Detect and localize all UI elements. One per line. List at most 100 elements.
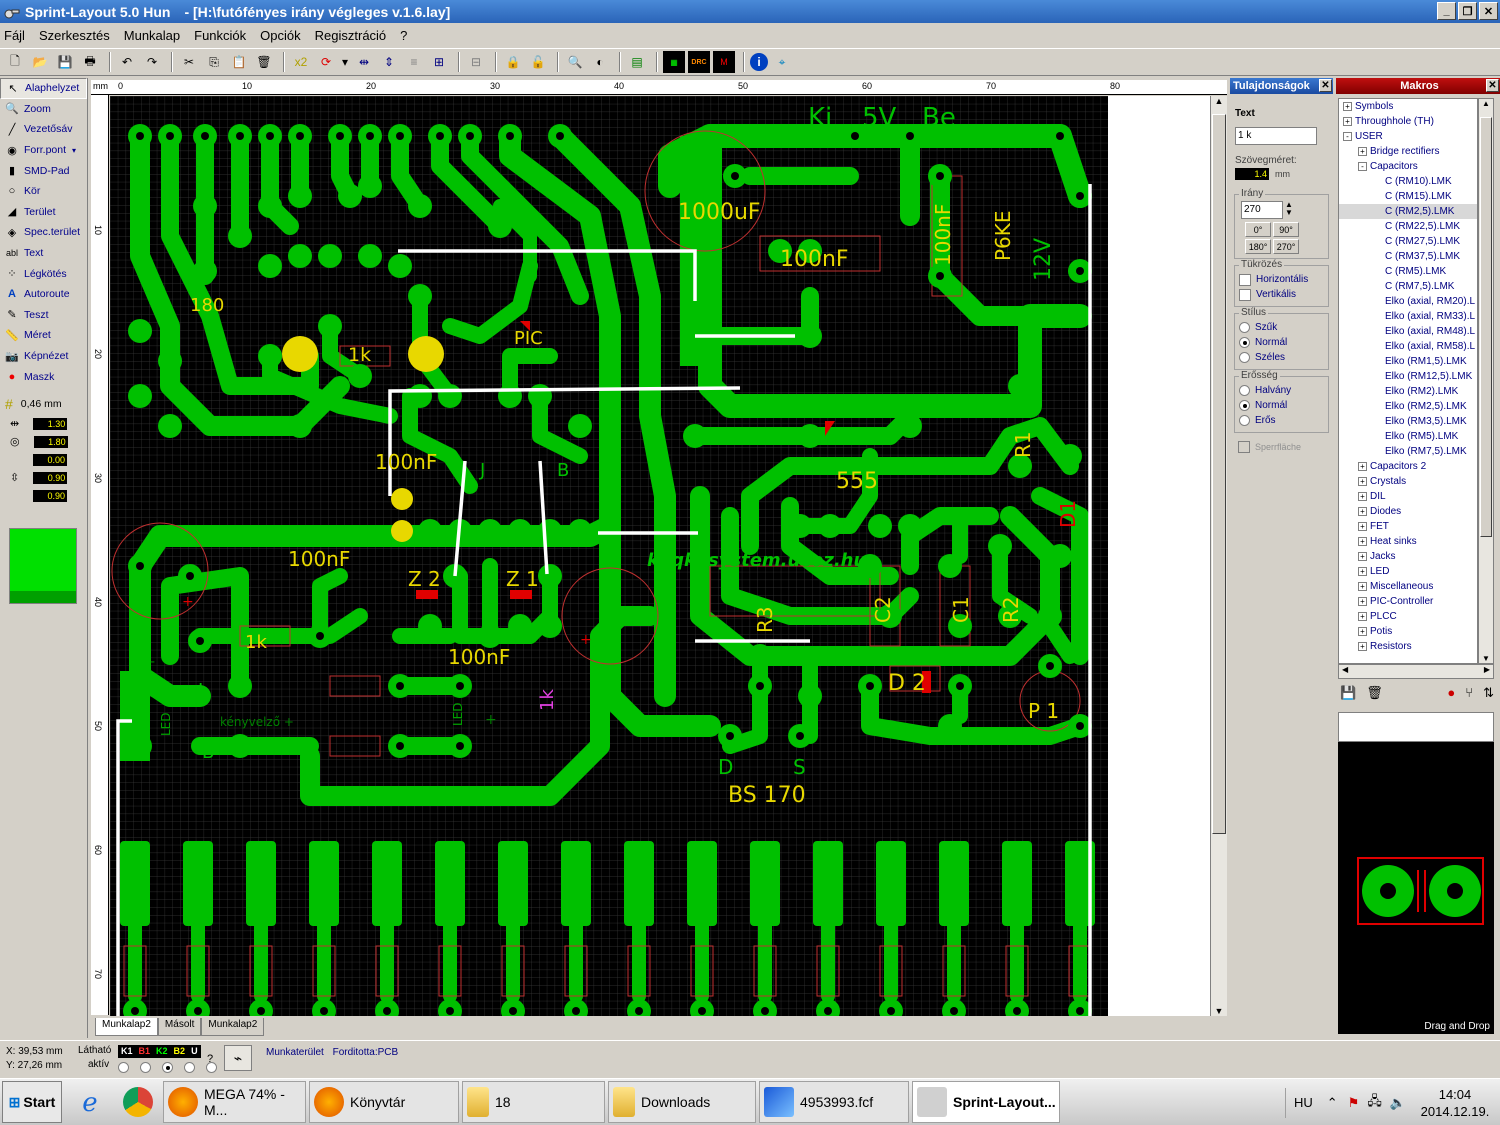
tool-test[interactable]: ✎ Teszt [0, 305, 87, 326]
tree-node[interactable]: Elko (RM7,5).LMK [1339, 444, 1477, 459]
tree-node[interactable]: + Diodes [1339, 504, 1477, 519]
clock[interactable]: 14:04 2014.12.19. [1410, 1086, 1500, 1120]
macro-preview[interactable]: Drag and Drop [1338, 742, 1494, 1034]
tree-node[interactable]: C (RM10).LMK [1339, 174, 1477, 189]
active-layer-radio[interactable] [140, 1062, 151, 1073]
angle-180-button[interactable]: 180° [1245, 239, 1271, 254]
close-button[interactable]: ✕ [1479, 2, 1498, 20]
active-layer-radio[interactable] [184, 1062, 195, 1073]
tool-circle[interactable]: ○ Kör [0, 181, 87, 202]
mirror-h-icon[interactable]: ⇹ [353, 51, 375, 73]
tree-node[interactable]: Elko (axial, RM33).L [1339, 309, 1477, 324]
menu-help[interactable]: ? [400, 28, 407, 43]
refresh-icon[interactable]: ⇅ [1483, 685, 1494, 701]
expand-icon[interactable]: + [1358, 626, 1367, 636]
tree-node[interactable]: C (RM7,5).LMK [1339, 279, 1477, 294]
expand-icon[interactable]: + [1358, 521, 1367, 531]
strength-bold-radio[interactable]: Erős [1239, 413, 1324, 428]
angle-270-button[interactable]: 270° [1273, 239, 1299, 254]
tree-node[interactable]: + PIC-Controller [1339, 594, 1477, 609]
mirror-vertical-checkbox[interactable]: Vertikális [1239, 287, 1324, 302]
component-list-icon[interactable]: ▤ [626, 51, 648, 73]
scroll-down-icon[interactable]: ▼ [1479, 654, 1493, 663]
tree-node[interactable]: C (RM27,5).LMK [1339, 234, 1477, 249]
tray-expand-icon[interactable]: ⌃ [1327, 1095, 1338, 1111]
tab-sheet[interactable]: Munkalap2 [95, 1018, 158, 1036]
tree-node[interactable]: C (RM5).LMK [1339, 264, 1477, 279]
tree-node[interactable]: + Miscellaneous [1339, 579, 1477, 594]
print-icon[interactable]: 🖶 [79, 51, 101, 73]
minimize-button[interactable]: _ [1437, 2, 1456, 20]
tree-node[interactable]: + Resistors [1339, 639, 1477, 654]
expand-icon[interactable]: + [1358, 566, 1367, 576]
direction-spinner[interactable]: ▲ ▼ [1285, 201, 1293, 219]
expand-icon[interactable]: + [1358, 506, 1367, 516]
tool-mask[interactable]: ● Maszk [0, 366, 87, 387]
mirror-v-icon[interactable]: ⇕ [378, 51, 400, 73]
expand-icon[interactable]: + [1358, 641, 1367, 651]
tool-special-area[interactable]: ◈ Spec.terület [0, 222, 87, 243]
transparent-icon[interactable]: ◐ [589, 51, 611, 73]
task-fcf[interactable]: 4953993.fcf [759, 1081, 909, 1123]
layer-k1[interactable]: K1 [118, 1045, 136, 1058]
strength-normal-radio[interactable]: Normál [1239, 398, 1324, 413]
align-icon[interactable]: ≡ [403, 51, 425, 73]
scanned-copy-icon[interactable]: ▦ [663, 51, 685, 73]
delete-macro-icon[interactable]: 🗑 [1366, 685, 1383, 701]
tree-horizontal-scrollbar[interactable]: ◀ ▶ [1338, 664, 1494, 679]
tree-node[interactable]: - USER [1339, 129, 1477, 144]
close-icon[interactable]: ✕ [1486, 79, 1499, 92]
collapse-icon[interactable]: - [1358, 161, 1367, 171]
tree-node[interactable]: Elko (RM1,5).LMK [1339, 354, 1477, 369]
open-file-icon[interactable]: 📂 [29, 51, 51, 73]
tree-node[interactable]: + Capacitors 2 [1339, 459, 1477, 474]
pad-dropdown-icon[interactable]: ▾ [72, 146, 76, 155]
angle-0-button[interactable]: 0° [1245, 222, 1271, 237]
close-icon[interactable]: ✕ [1319, 79, 1332, 92]
ie-icon[interactable]: ℯ [68, 1081, 112, 1123]
duplicate-icon[interactable]: x2 [290, 51, 312, 73]
record-icon[interactable]: ● [1447, 685, 1455, 701]
sperrflaeche-checkbox[interactable]: Sperrfläche [1238, 439, 1333, 454]
track-width-value[interactable]: 1.30 [33, 417, 68, 430]
task-sprint-layout[interactable]: Sprint-Layout... [912, 1081, 1060, 1123]
tree-node[interactable]: C (RM37,5).LMK [1339, 249, 1477, 264]
tree-node[interactable]: + DIL [1339, 489, 1477, 504]
drc-icon[interactable]: DRC [688, 51, 710, 73]
layer-b1[interactable]: B1 [136, 1045, 154, 1058]
collapse-icon[interactable]: - [1343, 131, 1352, 141]
scroll-up-icon[interactable]: ▲ [1479, 99, 1493, 108]
expand-icon[interactable]: + [1358, 476, 1367, 486]
restore-button[interactable]: ❐ [1458, 2, 1477, 20]
tool-measure[interactable]: 📏 Méret [0, 325, 87, 346]
pcb-drawing[interactable]: Ki 5V Be 1000uF 100nF 100nF P6KE 12V 180… [110, 96, 1210, 1016]
tree-node[interactable]: + PLCC [1339, 609, 1477, 624]
menu-registration[interactable]: Regisztráció [315, 28, 387, 43]
undo-icon[interactable]: ↶ [116, 51, 138, 73]
rotate-icon[interactable]: ⟳ [315, 51, 337, 73]
volume-icon[interactable]: 🔈 [1390, 1095, 1406, 1111]
zoom-search-icon[interactable]: 🔍 [564, 51, 586, 73]
expand-icon[interactable]: + [1358, 536, 1367, 546]
redo-icon[interactable]: ↷ [141, 51, 163, 73]
pad-inner-value[interactable]: 0.00 [33, 453, 67, 466]
expand-icon[interactable]: + [1358, 581, 1367, 591]
tool-pad[interactable]: ◉ Forr.pont ▾ [0, 140, 87, 161]
grid-size[interactable]: # 0,46 mm [0, 393, 87, 415]
tree-node[interactable]: + FET [1339, 519, 1477, 534]
paste-icon[interactable]: 📋 [228, 51, 250, 73]
tree-node[interactable]: Elko (RM12,5).LMK [1339, 369, 1477, 384]
expand-icon[interactable]: + [1358, 611, 1367, 621]
scroll-thumb[interactable] [1480, 117, 1492, 537]
tool-photoview[interactable]: 📷 Képnézet [0, 346, 87, 367]
tool-autoroute[interactable]: A Autoroute [0, 284, 87, 305]
flag-icon[interactable]: ⚑ [1348, 1095, 1360, 1111]
tool-select[interactable]: ↖ Alaphelyzet [0, 78, 87, 99]
routing-mode-icon[interactable]: ⌁ [224, 1045, 252, 1071]
macro-tree[interactable]: + Symbols + Throughhole (TH) - USER + Bridge re… [1338, 98, 1478, 664]
layer-k2[interactable]: K2 [153, 1045, 171, 1058]
menu-functions[interactable]: Funkciók [194, 28, 246, 43]
layer-color-swatch[interactable] [9, 528, 77, 604]
expand-icon[interactable]: + [1358, 491, 1367, 501]
tree-node[interactable]: + Bridge rectifiers [1339, 144, 1477, 159]
